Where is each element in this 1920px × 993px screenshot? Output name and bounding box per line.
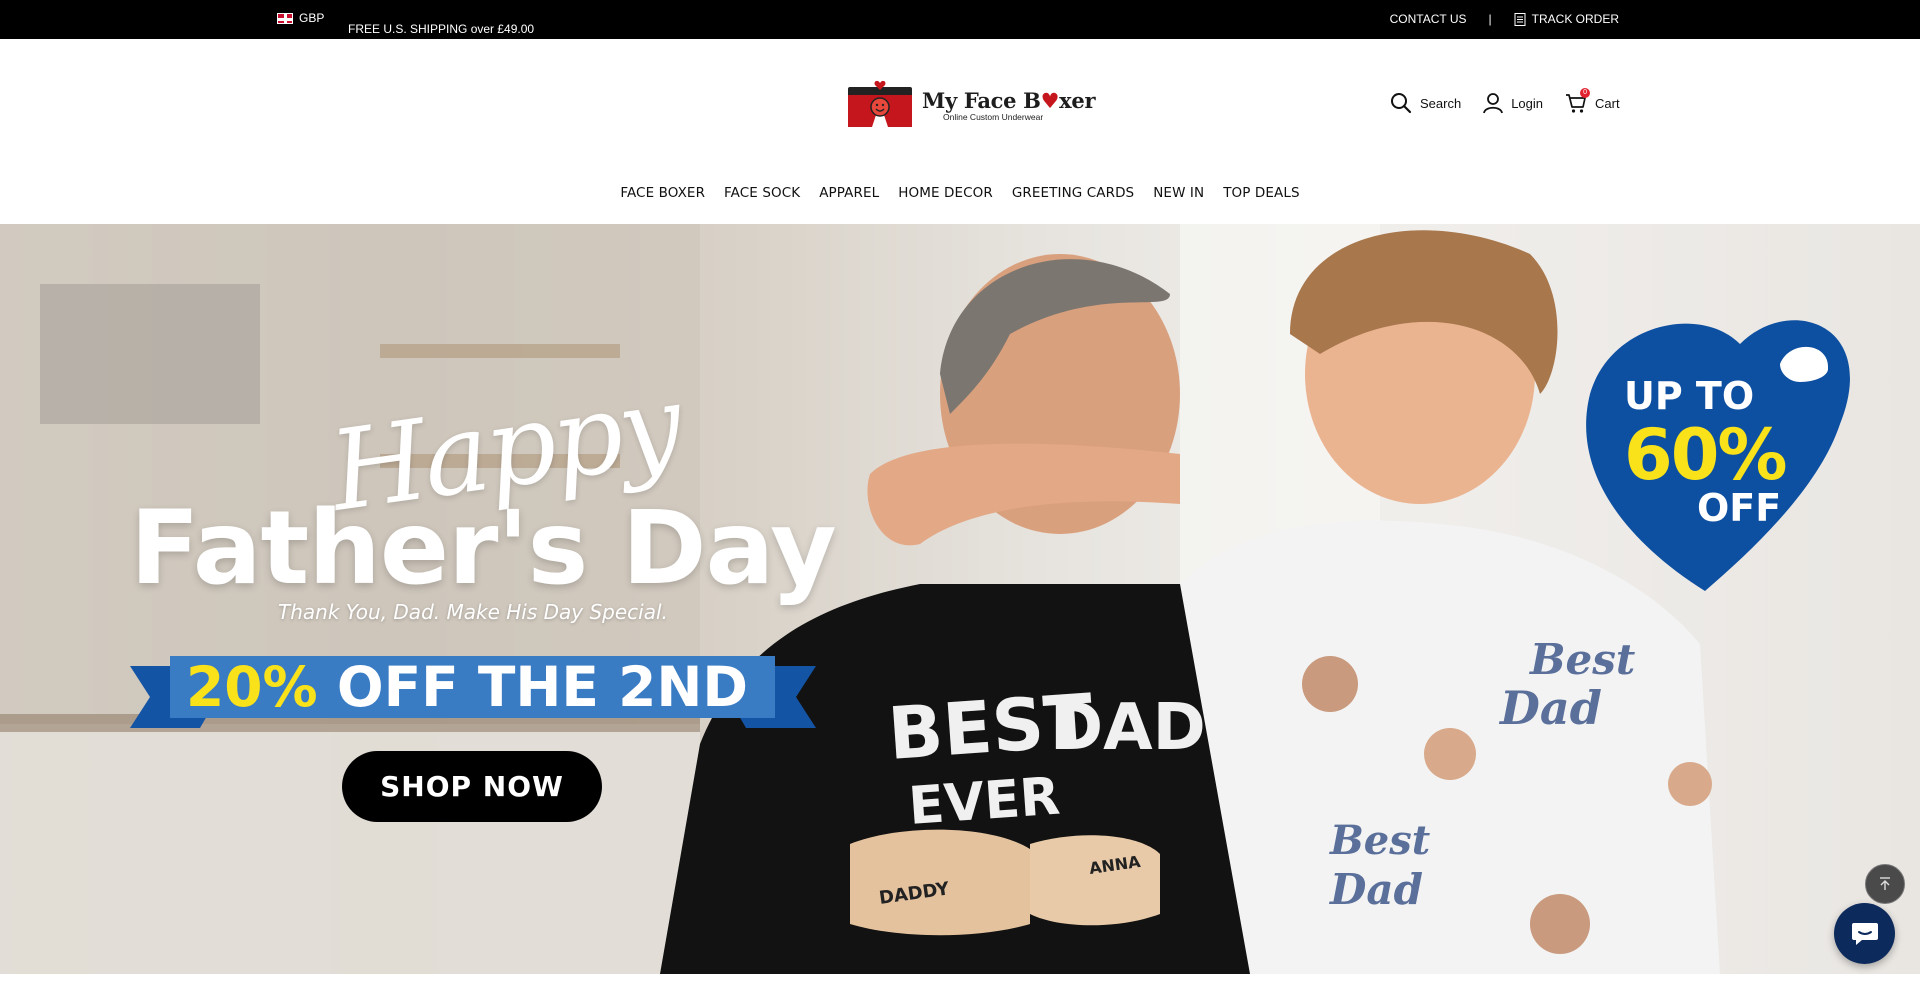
svg-text:Best: Best xyxy=(1529,635,1635,684)
cart-count-badge: 0 xyxy=(1580,88,1591,98)
hero-subtitle: Thank You, Dad. Make His Day Special. xyxy=(278,600,668,624)
uk-flag-icon xyxy=(277,12,293,24)
search-label: Search xyxy=(1420,95,1462,111)
search-button[interactable]: Search xyxy=(1390,92,1461,114)
svg-text:Best: Best xyxy=(1329,817,1431,864)
cart-label: Cart xyxy=(1595,95,1620,111)
user-icon xyxy=(1483,93,1504,114)
document-icon xyxy=(1514,12,1526,26)
chat-button[interactable] xyxy=(1834,903,1895,964)
offer-highlight: 20% xyxy=(186,655,318,719)
svg-text:Dad: Dad xyxy=(1329,865,1423,914)
scroll-to-top-button[interactable] xyxy=(1865,864,1905,904)
top-links: CONTACT US | TRACK ORDER xyxy=(1390,12,1619,26)
promo-off: OFF xyxy=(1697,486,1782,530)
logo-heart-icon: ♥ xyxy=(1040,88,1060,113)
svg-text:DAD: DAD xyxy=(1050,691,1206,765)
nav-item-new-in[interactable]: NEW IN xyxy=(1153,185,1204,201)
main-navigation: FACE BOXER FACE SOCK APPAREL HOME DECOR … xyxy=(0,185,1920,201)
track-order-label: TRACK ORDER xyxy=(1531,12,1619,26)
nav-item-face-boxer[interactable]: FACE BOXER xyxy=(620,185,705,201)
site-header: My Face B♥xer Online Custom Underwear Se… xyxy=(0,39,1920,224)
header-actions: Search Login 0 Cart xyxy=(1390,88,1642,114)
chat-icon xyxy=(1851,922,1878,945)
track-order-link[interactable]: TRACK ORDER xyxy=(1514,12,1619,26)
cart-icon-wrapper: 0 xyxy=(1565,88,1591,114)
currency-label: GBP xyxy=(299,11,325,25)
login-button[interactable]: Login xyxy=(1483,92,1543,114)
divider: | xyxy=(1488,12,1492,26)
nav-item-face-sock[interactable]: FACE SOCK xyxy=(724,185,800,201)
hero-banner[interactable]: BEST DAD EVER DADDY ANNA Best Dad Best D… xyxy=(0,224,1920,974)
shop-now-button[interactable]: SHOP NOW xyxy=(342,751,602,822)
svg-text:Dad: Dad xyxy=(1498,681,1602,735)
boxer-logo-icon xyxy=(848,80,912,127)
logo-text-end: xer xyxy=(1059,88,1096,113)
search-icon xyxy=(1391,93,1412,114)
hero-title: Father's Day xyxy=(130,489,837,608)
logo-tagline: Online Custom Underwear xyxy=(943,112,1044,122)
arrow-up-icon xyxy=(1880,877,1890,890)
currency-selector[interactable]: GBP xyxy=(277,11,324,25)
site-logo[interactable]: My Face B♥xer Online Custom Underwear xyxy=(844,77,1096,133)
shipping-announcement: FREE U.S. SHIPPING over £49.00 xyxy=(348,22,535,36)
login-label: Login xyxy=(1511,95,1544,111)
nav-item-greeting-cards[interactable]: GREETING CARDS xyxy=(1012,185,1134,201)
nav-item-home-decor[interactable]: HOME DECOR xyxy=(898,185,993,201)
logo-text-start: My Face B xyxy=(922,88,1041,113)
hero-offer: 20% OFF THE 2ND xyxy=(186,656,748,718)
contact-us-link[interactable]: CONTACT US xyxy=(1390,12,1467,26)
cart-button[interactable]: 0 Cart xyxy=(1565,88,1620,114)
promo-up-to: UP TO xyxy=(1624,374,1755,418)
nav-item-apparel[interactable]: APPAREL xyxy=(819,185,879,201)
nav-item-top-deals[interactable]: TOP DEALS xyxy=(1223,185,1299,201)
offer-text: OFF THE 2ND xyxy=(336,655,749,719)
svg-text:EVER: EVER xyxy=(907,767,1062,837)
promo-percent: 60% xyxy=(1624,414,1788,496)
announcement-bar: GBP FREE U.S. SHIPPING over £49.00 CONTA… xyxy=(0,0,1920,39)
